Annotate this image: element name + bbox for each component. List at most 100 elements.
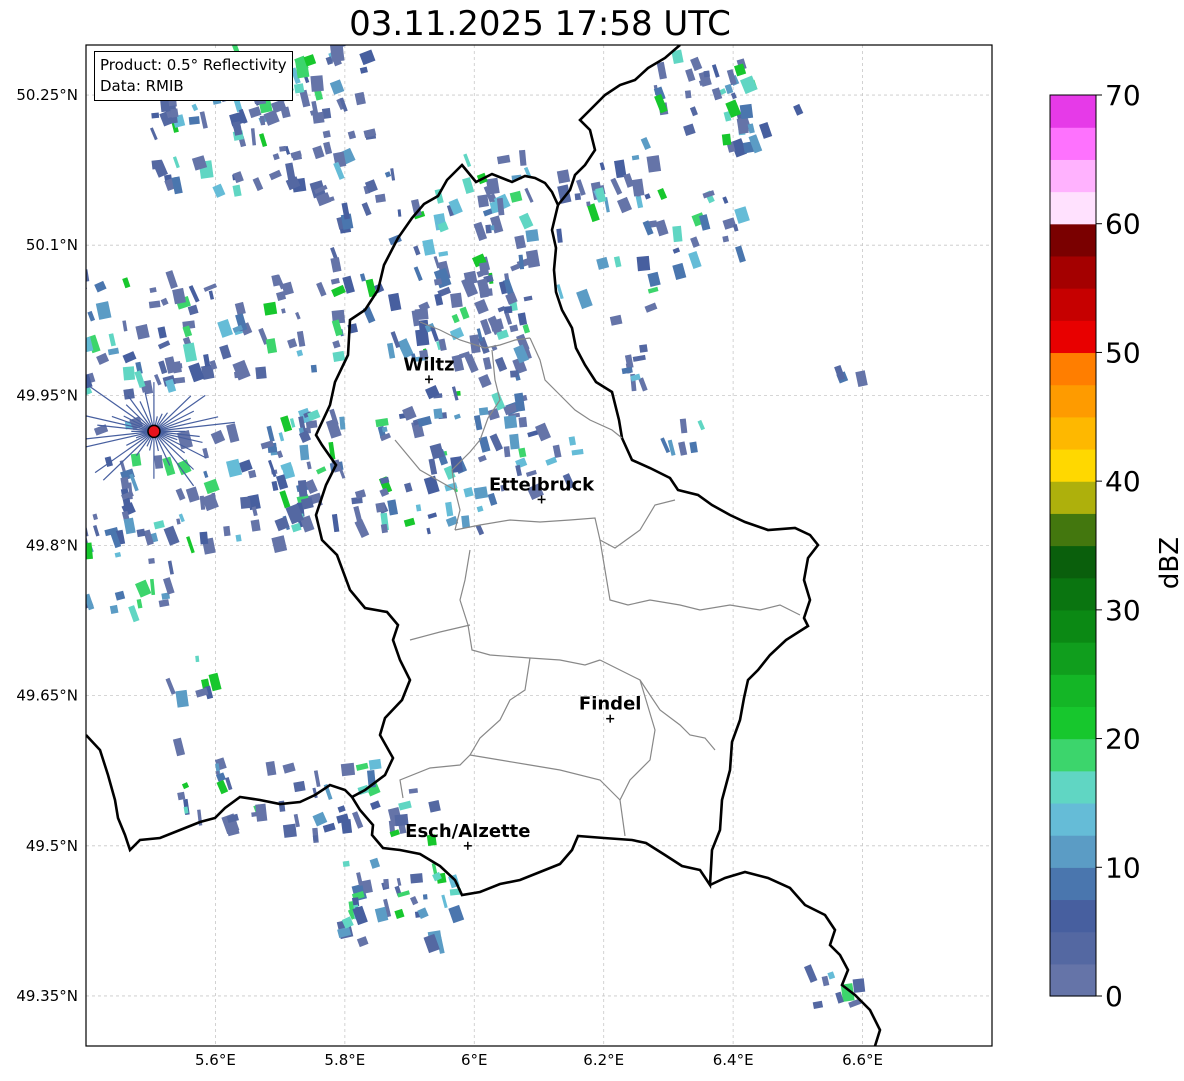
- echo-cell: [342, 860, 350, 867]
- echo-cell: [160, 297, 169, 306]
- echo-cell: [644, 193, 651, 200]
- echo-cell: [265, 761, 277, 776]
- echo-cell: [252, 177, 264, 192]
- product-text: Product: 0.5° Reflectivity: [100, 56, 287, 74]
- echo-cell: [240, 496, 251, 509]
- echo-cell: [163, 577, 175, 595]
- echo-cell: [703, 70, 711, 78]
- echo-cell: [210, 429, 226, 445]
- echo-cell: [352, 905, 368, 926]
- echo-cell: [739, 75, 758, 95]
- echo-cell: [248, 469, 257, 479]
- echo-cell: [739, 103, 754, 120]
- echo-cell: [148, 300, 161, 309]
- colorbar-tick-label: 0: [1105, 980, 1123, 1013]
- echo-cell: [721, 133, 732, 146]
- echo-cell: [226, 813, 239, 823]
- echo-cell: [369, 800, 381, 811]
- colorbar-segment: [1050, 352, 1096, 386]
- echo-cell: [122, 320, 128, 332]
- echo-cell: [195, 655, 200, 663]
- echo-cell: [332, 340, 341, 349]
- echo-cell: [323, 141, 333, 155]
- echo-cell: [263, 301, 278, 316]
- echo-cell: [185, 486, 200, 503]
- echo-cell: [639, 344, 648, 353]
- echo-cell: [153, 520, 165, 530]
- echo-cell: [404, 482, 413, 493]
- echo-ray: [153, 395, 192, 432]
- echo-cell: [656, 61, 667, 80]
- echo-cell: [609, 314, 623, 326]
- echo-cell: [109, 604, 119, 614]
- echo-cell: [429, 443, 445, 460]
- echo-cell: [735, 245, 746, 263]
- echo-cell: [644, 302, 658, 313]
- echo-cell: [354, 91, 366, 106]
- echo-cell: [514, 234, 527, 250]
- echo-cell: [672, 262, 687, 280]
- echo-cell: [63, 312, 75, 322]
- echo-cell: [122, 366, 136, 381]
- lat-tick-label: 50.1°N: [26, 236, 78, 254]
- echo-cell: [518, 416, 528, 428]
- echo-cell: [427, 512, 438, 520]
- echo-cell: [96, 352, 110, 365]
- echo-cell: [226, 423, 240, 443]
- echo-cell: [383, 878, 390, 888]
- echo-cell: [217, 318, 234, 338]
- colorbar-tick-label: 10: [1105, 851, 1141, 884]
- echo-cell: [182, 342, 198, 363]
- echo-cell: [280, 106, 291, 119]
- echo-cell: [135, 324, 150, 340]
- echo-cell: [297, 480, 308, 497]
- echo-cell: [255, 366, 267, 380]
- echo-cell: [250, 519, 261, 532]
- lat-tick-label: 49.5°N: [26, 837, 78, 855]
- echo-cell: [165, 677, 176, 695]
- lon-tick-label: 5.6°E: [195, 1051, 236, 1069]
- echo-cell: [163, 525, 180, 546]
- echo-cell: [203, 283, 217, 292]
- echo-cell: [685, 68, 696, 82]
- echo-cell: [149, 287, 157, 294]
- lon-tick-label: 6°E: [461, 1051, 488, 1069]
- echo-cell: [150, 127, 158, 141]
- echo-cell: [697, 419, 705, 431]
- echo-cell: [175, 487, 186, 501]
- echo-cell: [203, 470, 209, 478]
- echo-cell: [518, 447, 527, 458]
- colorbar-segment: [1050, 223, 1096, 257]
- echo-cell: [375, 417, 389, 428]
- echo-cell: [177, 791, 186, 801]
- echo-cell: [188, 362, 205, 383]
- echo-cell: [368, 758, 382, 771]
- echo-cell: [647, 271, 661, 288]
- echo-cell: [722, 196, 729, 204]
- echo-cell: [191, 103, 199, 112]
- echo-cell: [136, 599, 143, 609]
- echo-cell: [459, 306, 470, 320]
- echo-cell: [259, 133, 268, 148]
- echo-cell: [503, 415, 518, 429]
- echo-cell: [667, 439, 676, 456]
- echo-cell: [518, 212, 534, 230]
- echo-cell: [172, 156, 180, 169]
- echo-cell: [478, 373, 492, 389]
- echo-cell: [340, 818, 353, 834]
- echo-cell: [576, 288, 593, 310]
- city-markers: Wiltz Ettelbruck Findel Esch/Alzette: [403, 354, 641, 850]
- echo-cell: [535, 422, 552, 442]
- echo-cell: [587, 203, 600, 223]
- echo-cell: [250, 128, 257, 146]
- echo-cell: [278, 432, 285, 442]
- echo-cell: [312, 811, 328, 827]
- echo-cell: [517, 312, 528, 326]
- echo-cell: [450, 292, 463, 308]
- echo-cell: [683, 123, 696, 137]
- echo-cell: [87, 310, 96, 322]
- echo-cell: [187, 304, 199, 316]
- echo-cell: [422, 238, 436, 256]
- info-box: Product: 0.5° Reflectivity Data: RMIB: [94, 51, 293, 101]
- echo-cell: [473, 221, 488, 242]
